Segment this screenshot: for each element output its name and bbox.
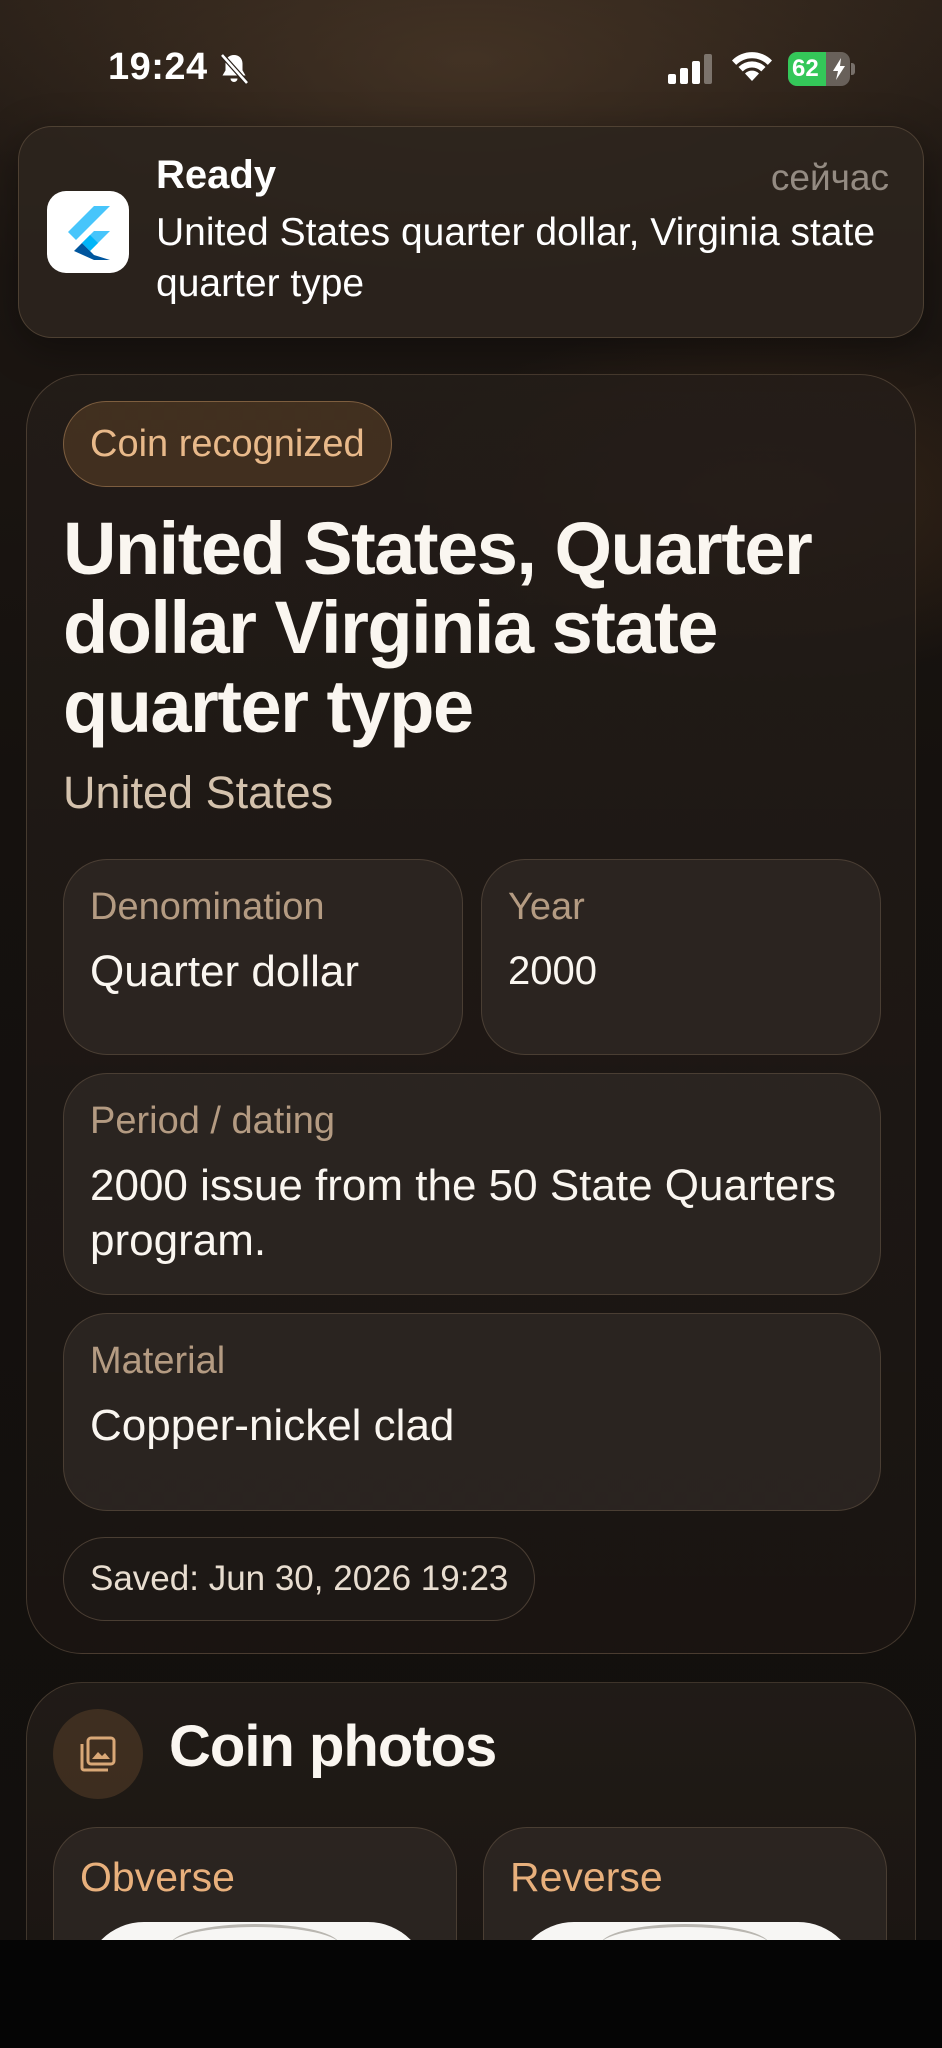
period-label: Period / dating	[90, 1100, 336, 1142]
reverse-label: Reverse	[510, 1854, 663, 1900]
obverse-photo[interactable]	[84, 1922, 428, 1940]
year-box: Year 2000	[481, 859, 881, 1055]
period-box: Period / dating 2000 issue from the 50 S…	[63, 1073, 881, 1295]
status-time: 19:24	[108, 46, 208, 88]
notification-banner[interactable]: Ready сейчас United States quarter dolla…	[18, 126, 924, 338]
saved-timestamp-badge: Saved: Jun 30, 2026 19:23	[63, 1537, 536, 1621]
coin-result-card: Coin recognized United States, Quarter d…	[26, 374, 916, 1654]
notification-body: United States quarter dollar, Virginia s…	[156, 211, 876, 305]
reverse-photo-panel[interactable]: Reverse	[483, 1827, 887, 1940]
denomination-label: Denomination	[90, 886, 325, 928]
app-screen: 19:24 62 Ready сейчас United States quar…	[0, 0, 942, 1940]
coin-photos-card: Coin photos Obverse Reverse	[26, 1682, 916, 1940]
notification-time: сейчас	[770, 157, 889, 198]
coin-title: United States, Quarter dollar Virginia s…	[63, 507, 813, 748]
obverse-photo-panel[interactable]: Obverse	[53, 1827, 457, 1940]
reverse-photo[interactable]	[514, 1922, 858, 1940]
charging-bolt-icon	[833, 58, 845, 80]
battery-indicator: 62	[788, 52, 856, 86]
cellular-signal-icon	[668, 54, 712, 84]
notification-title: Ready	[156, 153, 277, 197]
obverse-label: Obverse	[80, 1854, 235, 1900]
recognized-badge-label: Coin recognized	[90, 422, 365, 465]
denomination-box: Denomination Quarter dollar	[63, 859, 463, 1055]
period-value: 2000 issue from the 50 State Quarters pr…	[90, 1161, 836, 1265]
coin-country: United States	[63, 767, 334, 818]
flutter-logo-icon	[47, 191, 129, 273]
material-box: Material Copper-nickel clad	[63, 1313, 881, 1511]
bottom-black-bar	[0, 1940, 942, 2048]
material-value: Copper-nickel clad	[90, 1401, 455, 1450]
gallery-icon	[53, 1709, 143, 1799]
battery-percent: 62	[792, 55, 819, 82]
bell-slash-icon	[220, 53, 249, 85]
saved-timestamp: Saved: Jun 30, 2026 19:23	[90, 1559, 509, 1598]
status-bar: 19:24 62	[0, 0, 942, 130]
material-label: Material	[90, 1340, 226, 1382]
coin-photos-title: Coin photos	[169, 1714, 497, 1779]
wifi-icon	[732, 52, 772, 81]
recognized-badge: Coin recognized	[63, 401, 392, 487]
year-label: Year	[508, 886, 585, 928]
year-value: 2000	[508, 949, 597, 993]
